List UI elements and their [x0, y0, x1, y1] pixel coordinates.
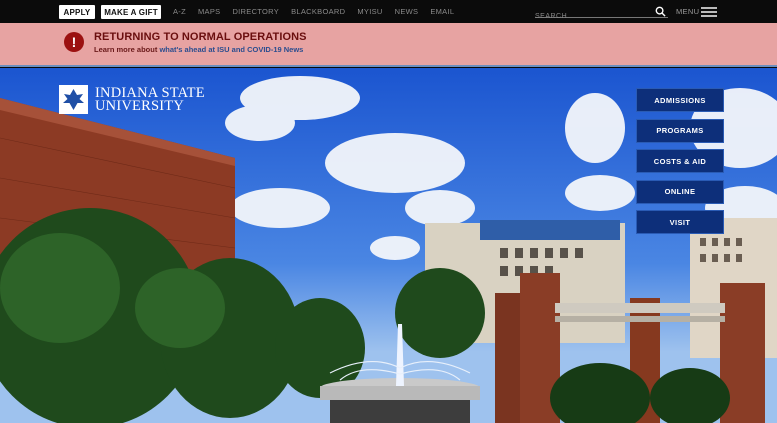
logo-line-2: UNIVERSITY — [95, 97, 184, 114]
costs-and-aid-button[interactable]: COSTS & AID — [636, 149, 724, 173]
online-button[interactable]: ONLINE — [636, 179, 724, 204]
utility-nav: A-Z MAPS DIRECTORY BLACKBOARD MYISU NEWS… — [173, 7, 466, 16]
isu-logo[interactable]: INDIANA STATE UNIVERSITY — [59, 85, 205, 114]
alert-subtitle: Learn more about what's ahead at ISU and… — [94, 45, 303, 54]
sycamore-leaf-icon — [59, 85, 88, 114]
admissions-button[interactable]: ADMISSIONS — [636, 88, 724, 112]
alert-subtitle-text: Learn more about — [94, 45, 160, 54]
alert-title: RETURNING TO NORMAL OPERATIONS — [94, 31, 307, 43]
alert-link[interactable]: what's ahead at ISU and COVID-19 News — [159, 45, 303, 54]
programs-button[interactable]: PROGRAMS — [636, 118, 724, 143]
top-utility-bar: APPLY MAKE A GIFT A-Z MAPS DIRECTORY BLA… — [0, 0, 777, 23]
hamburger-menu-icon[interactable] — [701, 7, 717, 17]
nav-link-directory[interactable]: DIRECTORY — [232, 7, 279, 16]
nav-link-a-z[interactable]: A-Z — [173, 7, 186, 16]
alert-banner: ! RETURNING TO NORMAL OPERATIONS Learn m… — [0, 23, 777, 67]
logo-wordmark: INDIANA STATE UNIVERSITY — [95, 85, 205, 114]
apply-button[interactable]: APPLY — [59, 5, 95, 19]
quick-links-nav: ADMISSIONS PROGRAMS COSTS & AID ONLINE V… — [636, 88, 724, 241]
nav-link-news[interactable]: NEWS — [395, 7, 419, 16]
nav-link-maps[interactable]: MAPS — [198, 7, 220, 16]
exclamation-icon: ! — [64, 32, 84, 52]
visit-button[interactable]: VISIT — [636, 210, 724, 234]
nav-link-myisu[interactable]: MYISU — [357, 7, 382, 16]
menu-label[interactable]: MENU — [676, 7, 699, 16]
search-box — [535, 5, 668, 23]
nav-link-blackboard[interactable]: BLACKBOARD — [291, 7, 345, 16]
make-a-gift-button[interactable]: MAKE A GIFT — [101, 5, 161, 19]
nav-link-email[interactable]: EMAIL — [430, 7, 454, 16]
search-icon[interactable] — [655, 6, 666, 17]
hero-image: INDIANA STATE UNIVERSITY ADMISSIONS PROG… — [0, 68, 777, 423]
search-input[interactable] — [535, 10, 645, 23]
